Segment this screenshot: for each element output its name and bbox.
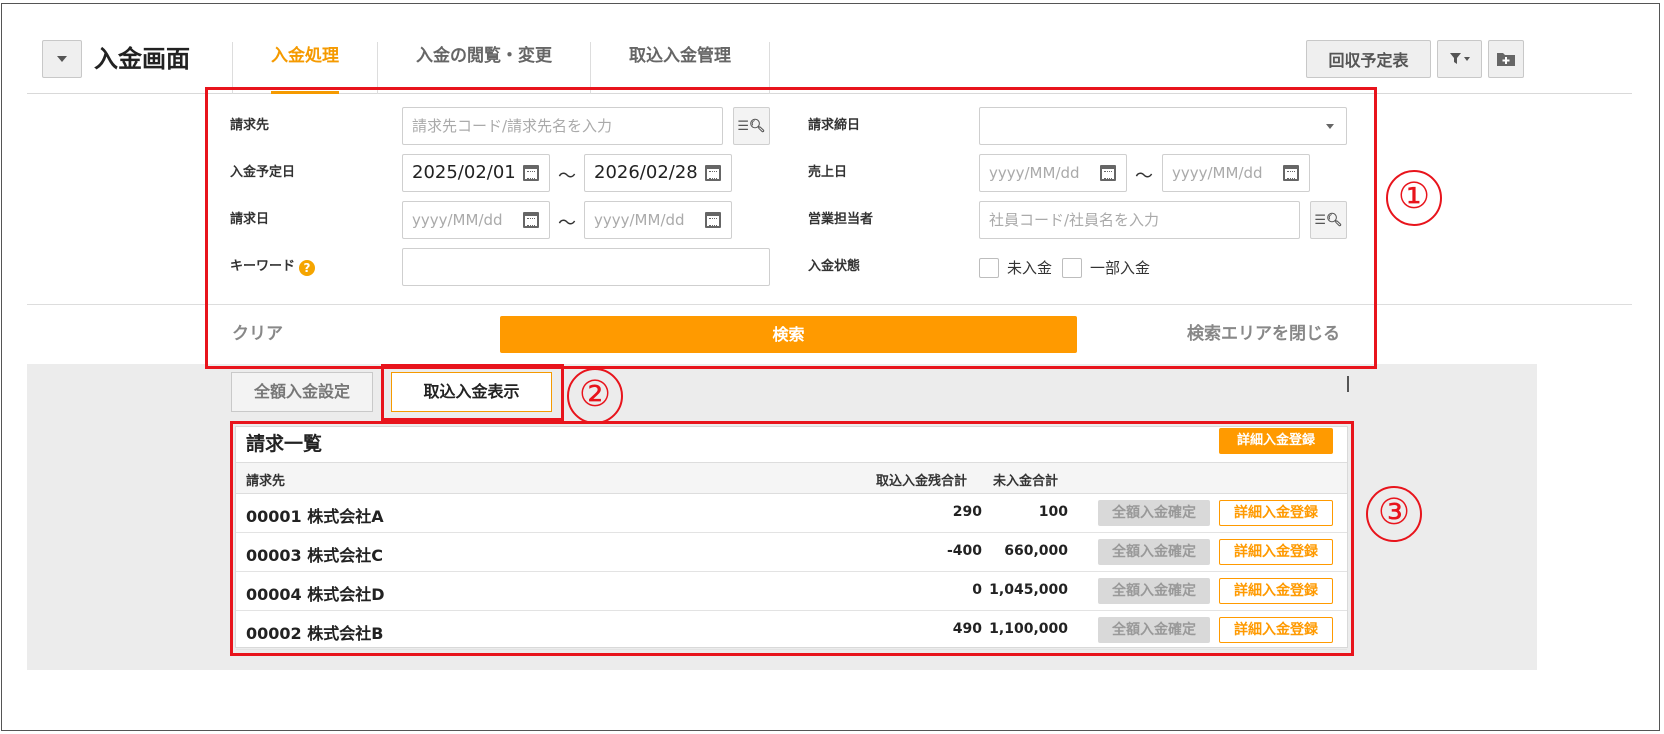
filter-dropdown-button[interactable] (1437, 40, 1482, 78)
divider (1347, 376, 1349, 392)
annotation-box-subtab (381, 364, 564, 421)
filter-icon (1449, 53, 1470, 64)
collection-schedule-button[interactable]: 回収予定表 (1306, 40, 1431, 78)
chevron-down-icon (57, 56, 67, 62)
add-folder-button[interactable] (1488, 40, 1524, 78)
annotation-box-list (230, 421, 1354, 656)
menu-toggle-button[interactable] (42, 40, 82, 78)
folder-plus-icon (1497, 53, 1515, 66)
subtab-full-payment-setting[interactable]: 全額入金設定 (231, 372, 373, 412)
annotation-marker-1: ① (1386, 170, 1442, 226)
annotation-marker-3: ③ (1366, 486, 1422, 542)
page-title: 入金画面 (94, 45, 190, 73)
page-header: 入金画面 入金処理 入金の閲覧・変更 取込入金管理 回収予定表 (27, 4, 1632, 94)
annotation-box-search (205, 87, 1377, 369)
annotation-marker-2: ② (567, 368, 623, 424)
